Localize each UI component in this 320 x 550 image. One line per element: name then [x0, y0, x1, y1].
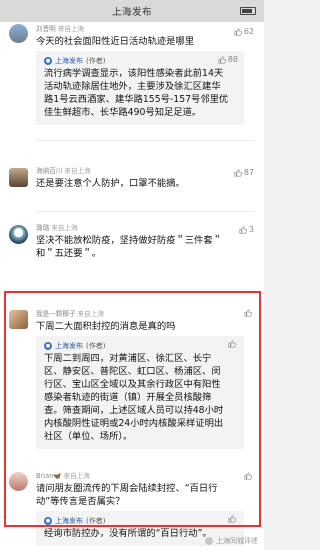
- comment-item[interactable]: 刘晋明 来自上海 62 今天的社会面阳性近日活动轨迹是哪里 ● 上海发布 (作者)…: [0, 22, 264, 125]
- reply-like-button[interactable]: 88: [218, 55, 238, 64]
- comment-location: 来自上海: [57, 25, 85, 33]
- top-bar: 上海发布: [0, 0, 264, 22]
- reply-text: 路1号云西酒家、建华路155号-157号邻里优: [44, 94, 229, 105]
- thumb-up-icon: [239, 225, 247, 234]
- comment-location: 来自上海: [51, 224, 78, 232]
- like-button[interactable]: 87: [234, 168, 254, 177]
- battery-icon: [240, 7, 256, 15]
- comment-text: 今天的社会面阳性近日活动轨迹是哪里: [36, 36, 195, 47]
- like-button[interactable]: 3: [239, 225, 254, 234]
- thumb-up-icon: [234, 168, 242, 177]
- highlight-box: [4, 291, 261, 527]
- like-count: 3: [248, 225, 254, 234]
- reply-author-name[interactable]: 上海发布: [55, 56, 83, 66]
- comment-username[interactable]: 刘晋明: [36, 25, 56, 33]
- avatar[interactable]: [9, 24, 28, 43]
- author-tag: (作者): [86, 57, 106, 65]
- reply-text: 活动轨迹除居住地外，主要涉及徐汇区建华: [44, 81, 221, 92]
- like-count: 62: [243, 27, 254, 36]
- watermark: 上海同城评述: [205, 536, 258, 546]
- thumb-up-icon: [218, 55, 226, 64]
- like-button[interactable]: 62: [234, 27, 254, 36]
- publisher-logo-icon: ●: [44, 57, 52, 65]
- like-count: 88: [227, 55, 238, 64]
- reply-text: 流行病学调查显示，该阳性感染者此前14天: [44, 68, 224, 79]
- app-title: 上海发布: [111, 7, 152, 18]
- author-reply: ● 上海发布 (作者) 88 流行病学调查显示，该阳性感染者此前14天 活动轨迹…: [36, 51, 244, 125]
- comment-text: 坚决不能放松防疫，坚持做好防疫＂三件套＂: [36, 235, 222, 246]
- watermark-logo-icon: [205, 537, 213, 545]
- avatar[interactable]: [9, 168, 28, 187]
- comment-text: 还是要注意个人防护，口罩不能摘。: [36, 178, 185, 189]
- comment-username[interactable]: 璐璐: [36, 224, 49, 232]
- comment-username[interactable]: 海纳百川: [36, 167, 62, 175]
- avatar[interactable]: [9, 225, 28, 244]
- comment-location: 来自上海: [64, 167, 91, 175]
- reply-text: 佳生鲜超市、长华路490号知足足道。: [44, 107, 202, 118]
- like-count: 87: [243, 168, 254, 177]
- thumb-up-icon: [234, 27, 242, 36]
- comment-item[interactable]: 璐璐 来自上海 3 坚决不能放松防疫，坚持做好防疫＂三件套＂ 和＂五还要＂。: [0, 212, 264, 272]
- comment-item[interactable]: 海纳百川 来自上海 87 还是要注意个人防护，口罩不能摘。: [0, 141, 264, 189]
- comment-text: 和＂五还要＂。: [36, 248, 102, 259]
